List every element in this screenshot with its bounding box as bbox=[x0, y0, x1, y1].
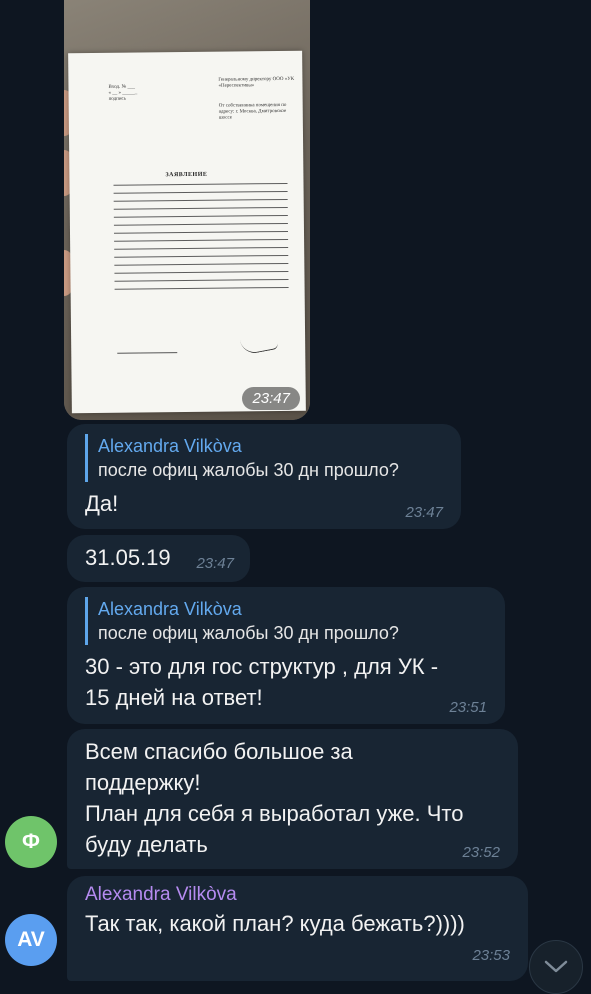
message-time: 23:47 bbox=[405, 504, 443, 521]
message-text-line: поддержку! bbox=[85, 770, 201, 795]
message-text-line: буду делать bbox=[85, 832, 208, 857]
reply-author: Alexandra Vilkòva bbox=[98, 436, 242, 456]
message-bubble[interactable]: 31.05.19 23:47 bbox=[67, 535, 250, 582]
message-text-line: План для себя я выработал уже. Что bbox=[85, 801, 464, 826]
message-time: 23:47 bbox=[196, 555, 234, 572]
reply-quote[interactable]: Alexandra Vilkòva после офиц жалобы 30 д… bbox=[85, 597, 487, 645]
signature bbox=[240, 334, 279, 356]
message-time: 23:51 bbox=[449, 699, 487, 716]
scroll-down-button[interactable] bbox=[529, 940, 583, 994]
document-ref: Вход. № ___ « __ » ______ подпись bbox=[108, 84, 138, 102]
message-text: Так так, какой план? куда бежать?)))) bbox=[85, 911, 465, 936]
message-time: 23:52 bbox=[462, 844, 500, 861]
message-text-line: 15 дней на ответ! bbox=[85, 685, 263, 710]
reply-author: Alexandra Vilkòva bbox=[98, 599, 242, 619]
chevron-down-icon bbox=[544, 960, 568, 973]
document-photo: Вход. № ___ « __ » ______ подпись Генераль… bbox=[68, 50, 306, 414]
message-bubble[interactable]: Alexandra Vilkòva Так так, какой план? к… bbox=[67, 876, 528, 981]
message-time: 23:53 bbox=[472, 947, 510, 964]
message-text: Да! bbox=[85, 491, 119, 516]
message-bubble[interactable]: Alexandra Vilkòva после офиц жалобы 30 д… bbox=[67, 424, 461, 529]
photo-message[interactable]: Вход. № ___ « __ » ______ подпись Генераль… bbox=[64, 0, 310, 420]
document-header: Генеральному директору ООО «УК «Переспек… bbox=[218, 76, 295, 89]
message-text-line: 30 - это для гос структур , для УК - bbox=[85, 654, 439, 679]
message-bubble[interactable]: Alexandra Vilkòva после офиц жалобы 30 д… bbox=[67, 587, 505, 724]
message-time: 23:47 bbox=[242, 387, 300, 410]
reply-quote[interactable]: Alexandra Vilkòva после офиц жалобы 30 д… bbox=[85, 434, 443, 482]
document-title: ЗАЯВЛЕНИЕ bbox=[165, 171, 208, 179]
reply-text: после офиц жалобы 30 дн прошло? bbox=[98, 460, 399, 480]
sender-name[interactable]: Alexandra Vilkòva bbox=[85, 882, 510, 908]
avatar[interactable]: Ф bbox=[5, 816, 57, 868]
reply-text: после офиц жалобы 30 дн прошло? bbox=[98, 623, 399, 643]
document-from: От собственника помещения по адресу: г. … bbox=[218, 102, 287, 121]
message-bubble[interactable]: Всем спасибо большое за поддержку! План … bbox=[67, 729, 518, 869]
avatar[interactable]: AV bbox=[5, 914, 57, 966]
message-text-line: Всем спасибо большое за bbox=[85, 739, 353, 764]
